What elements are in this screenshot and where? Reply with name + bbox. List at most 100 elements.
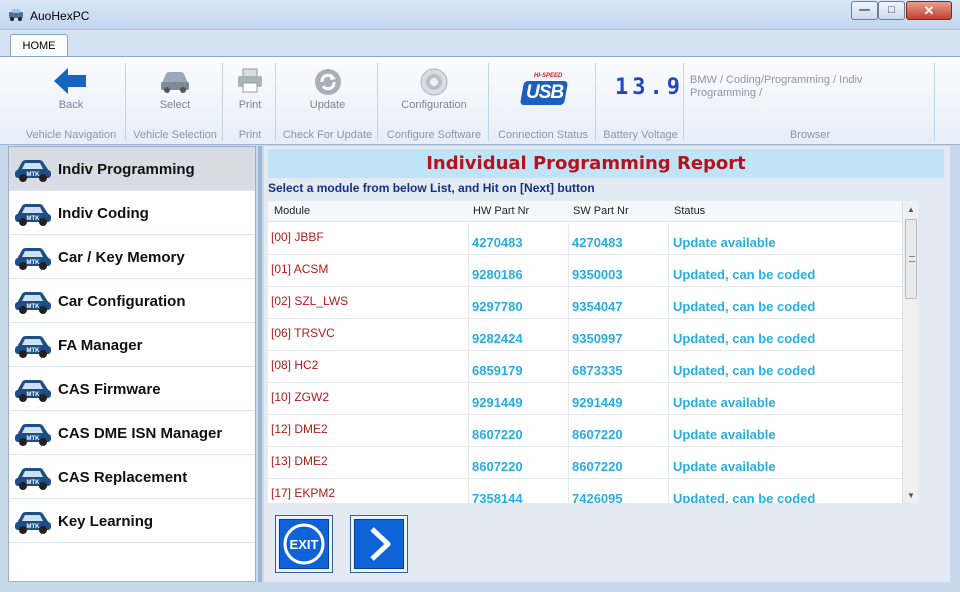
car-icon: MTK <box>15 336 51 358</box>
refresh-icon <box>314 69 341 95</box>
module-cell: [13] DME2 <box>271 454 328 468</box>
sw-part-cell: 9350997 <box>568 319 668 351</box>
svg-text:MTK: MTK <box>27 348 41 354</box>
col-sw-part[interactable]: SW Part Nr <box>573 205 629 217</box>
status-cell: Updated, can be coded <box>668 287 902 319</box>
table-row[interactable]: [08] HC2 6859179 6873335 Updated, can be co… <box>268 351 902 383</box>
update-caption: Check For Update <box>282 129 373 141</box>
sidebar-item-label: Car / Key Memory <box>58 249 185 266</box>
car-icon: MTK <box>15 380 51 402</box>
sidebar-item-label: CAS Firmware <box>58 381 161 398</box>
printer-icon <box>238 68 262 93</box>
col-hw-part[interactable]: HW Part Nr <box>473 205 529 217</box>
table-row[interactable]: [17] EKPM2 7358144 7426095 Updated, can be … <box>268 479 902 503</box>
table-row[interactable]: [01] ACSM 9280186 9350003 Updated, can be c… <box>268 255 902 287</box>
tab-home[interactable]: HOME <box>10 34 68 57</box>
sidebar-item[interactable]: MTK Car Configuration <box>9 279 255 323</box>
col-module[interactable]: Module <box>274 205 310 217</box>
update-group[interactable]: Update Check For Update <box>277 63 378 143</box>
module-cell: [17] EKPM2 <box>271 486 336 500</box>
select-label: Select <box>159 99 191 111</box>
sidebar-item[interactable]: MTK Indiv Coding <box>9 191 255 235</box>
hw-part-cell: 8607220 <box>468 415 568 447</box>
maximize-button[interactable]: □ <box>878 1 905 20</box>
sidebar-item[interactable]: MTK CAS DME ISN Manager <box>9 411 255 455</box>
minimize-button[interactable]: — <box>851 1 878 20</box>
sidebar-item[interactable]: MTK CAS Replacement <box>9 455 255 499</box>
back-arrow-icon <box>54 68 86 94</box>
module-cell: [10] ZGW2 <box>271 390 330 404</box>
svg-text:MTK: MTK <box>27 216 41 222</box>
configuration-label: Configuration <box>401 99 467 111</box>
sidebar-item-label: Key Learning <box>58 513 154 530</box>
ribbon-tab-strip: HOME <box>0 30 960 57</box>
connection-status-group: HI-SPEED USB Connection Status <box>490 63 596 143</box>
svg-text:MTK: MTK <box>27 260 41 266</box>
svg-text:MTK: MTK <box>27 436 41 442</box>
sidebar-item[interactable]: MTK Car / Key Memory <box>9 235 255 279</box>
window-title: AuoHexPC <box>30 9 90 23</box>
hw-part-cell: 6859179 <box>468 351 568 383</box>
exit-button[interactable]: EXIT <box>275 515 333 573</box>
sw-part-cell: 9291449 <box>568 383 668 415</box>
table-row[interactable]: [10] ZGW2 9291449 9291449 Update available <box>268 383 902 415</box>
status-cell: Updated, can be coded <box>668 479 902 503</box>
sw-part-cell: 6873335 <box>568 351 668 383</box>
table-row[interactable]: [13] DME2 8607220 8607220 Update available <box>268 447 902 479</box>
report-header: Individual Programming Report <box>268 149 944 178</box>
svg-text:MTK: MTK <box>27 480 41 486</box>
close-icon: ✕ <box>923 3 935 18</box>
grid-header: Module HW Part Nr SW Part Nr Status <box>268 201 902 222</box>
sidebar-item[interactable]: MTK CAS Firmware <box>9 367 255 411</box>
sidebar-item[interactable]: MTK Key Learning <box>9 499 255 543</box>
car-icon: MTK <box>15 204 51 226</box>
splitter[interactable] <box>258 146 262 582</box>
sidebar-item-label: Car Configuration <box>58 293 186 310</box>
table-row[interactable]: [02] SZL_LWS 9297780 9354047 Updated, can b… <box>268 287 902 319</box>
battery-voltage-group: 13.9 Battery Voltage <box>597 63 684 143</box>
table-row[interactable]: [12] DME2 8607220 8607220 Update available <box>268 415 902 447</box>
col-status[interactable]: Status <box>674 205 705 217</box>
print-group[interactable]: Print Print <box>224 63 276 143</box>
battery-voltage-caption: Battery Voltage <box>603 129 678 141</box>
status-cell: Update available <box>668 415 902 447</box>
status-cell: Update available <box>668 223 902 255</box>
sidebar-item[interactable]: MTK Indiv Programming <box>9 147 255 191</box>
svg-text:MTK: MTK <box>27 524 41 530</box>
sidebar-item[interactable]: MTK FA Manager <box>9 323 255 367</box>
configuration-group[interactable]: Configuration Configure Software <box>379 63 489 143</box>
table-row[interactable]: [06] TRSVC 9282424 9350997 Updated, can be … <box>268 319 902 351</box>
select-group[interactable]: Select Vehicle Selection <box>127 63 223 143</box>
select-caption: Vehicle Selection <box>133 129 217 141</box>
next-button[interactable] <box>350 515 408 573</box>
back-group[interactable]: Back Vehicle Navigation <box>16 63 126 143</box>
svg-text:MTK: MTK <box>27 304 41 310</box>
sidebar-item-label: CAS Replacement <box>58 469 188 486</box>
grid-scrollbar[interactable]: ▲ ▼ <box>902 201 918 503</box>
car-icon <box>161 72 189 93</box>
exit-icon: EXIT <box>283 523 325 565</box>
sidebar-item-label: CAS DME ISN Manager <box>58 425 223 442</box>
sw-part-cell: 9350003 <box>568 255 668 287</box>
close-button[interactable]: ✕ <box>906 1 952 20</box>
back-caption: Vehicle Navigation <box>25 129 117 141</box>
print-caption: Print <box>238 129 262 141</box>
gear-icon <box>420 68 448 96</box>
usb-icon: HI-SPEED USB <box>519 73 569 107</box>
car-icon: MTK <box>15 160 51 182</box>
scroll-thumb[interactable] <box>905 219 917 299</box>
car-icon: MTK <box>15 248 51 270</box>
hw-part-cell: 7358144 <box>468 479 568 503</box>
scroll-down-icon[interactable]: ▼ <box>903 487 918 503</box>
car-icon: MTK <box>15 468 51 490</box>
ribbon: Back Vehicle Navigation Select Vehicle S… <box>0 56 960 145</box>
main-area: MTK Indiv Programming MTK Indiv Coding MTK Ca… <box>0 146 960 592</box>
sw-part-cell: 7426095 <box>568 479 668 503</box>
status-cell: Update available <box>668 383 902 415</box>
scroll-up-icon[interactable]: ▲ <box>903 201 918 217</box>
status-cell: Updated, can be coded <box>668 255 902 287</box>
module-cell: [02] SZL_LWS <box>271 294 349 308</box>
table-row[interactable]: [00] JBBF 4270483 4270483 Update available <box>268 223 902 255</box>
battery-voltage-display: 13.9 <box>615 75 684 100</box>
status-cell: Update available <box>668 447 902 479</box>
